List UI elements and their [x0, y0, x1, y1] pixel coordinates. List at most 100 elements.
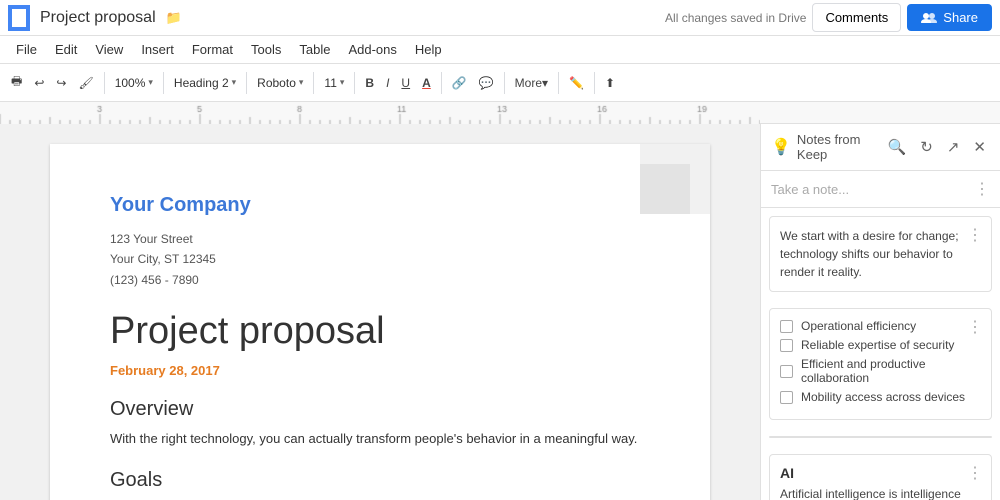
share-label: Share: [943, 10, 978, 25]
check-label: Operational efficiency: [801, 319, 916, 333]
toolbar-separator-3: [246, 72, 247, 94]
keep-ai-text: Artificial intelligence is intelligence …: [780, 485, 981, 500]
toolbar-separator-7: [504, 72, 505, 94]
collapse-sections-button[interactable]: ⬆: [600, 73, 620, 93]
menu-item-tools[interactable]: Tools: [243, 39, 289, 60]
address-block: 123 Your Street Your City, ST 12345 (123…: [110, 229, 650, 290]
keep-card1-menu-button[interactable]: ⋮: [967, 225, 983, 245]
document-page: Your Company 123 Your Street Your City, …: [50, 144, 710, 500]
toolbar-separator-9: [594, 72, 595, 94]
keep-checklist-card: Operational efficiency Reliable expertise…: [769, 308, 992, 420]
share-button[interactable]: Share: [907, 4, 992, 31]
keep-ai-card: AI Artificial intelligence is intelligen…: [769, 454, 992, 500]
keep-open-button[interactable]: ↗: [943, 136, 964, 158]
doc-icon: [8, 5, 30, 31]
toolbar: 🖶 ↩ ↪ 🖌 100% ▾ Heading 2 ▾ Roboto ▾ 11 ▾…: [0, 64, 1000, 102]
check-box[interactable]: [780, 365, 793, 378]
font-size-dropdown[interactable]: 11 ▾: [319, 73, 349, 93]
keep-checklist-menu-button[interactable]: ⋮: [967, 317, 983, 337]
zoom-dropdown[interactable]: 100% ▾: [110, 73, 158, 93]
check-item: Efficient and productive collaboration: [780, 357, 981, 385]
comments-button[interactable]: Comments: [812, 3, 901, 32]
font-size-value: 11: [324, 76, 336, 90]
document-date: February 28, 2017: [110, 363, 650, 378]
paint-format-button[interactable]: 🖌: [73, 73, 98, 93]
top-bar: Project proposal 📁 All changes saved in …: [0, 0, 1000, 36]
keep-ai-menu-button[interactable]: ⋮: [967, 463, 983, 483]
font-arrow: ▾: [299, 77, 304, 88]
ruler-canvas: [0, 102, 760, 124]
style-arrow: ▾: [232, 77, 237, 88]
keep-image-placeholder: [770, 437, 991, 438]
address-line3: (123) 456 - 7890: [110, 270, 650, 290]
keep-close-button[interactable]: ✕: [969, 136, 990, 158]
text-color-button[interactable]: A: [417, 73, 436, 93]
auto-save-status: All changes saved in Drive: [665, 11, 806, 25]
toolbar-separator-5: [354, 72, 355, 94]
menu-item-insert[interactable]: Insert: [133, 39, 182, 60]
comment-button[interactable]: 💬: [474, 73, 499, 93]
undo-button[interactable]: ↩: [29, 73, 49, 93]
address-line2: Your City, ST 12345: [110, 249, 650, 269]
menu-item-add-ons[interactable]: Add-ons: [340, 39, 404, 60]
font-dropdown[interactable]: Roboto ▾: [252, 73, 308, 93]
more-button[interactable]: More ▾: [510, 73, 553, 93]
paragraph-style-dropdown[interactable]: Heading 2 ▾: [169, 73, 241, 93]
check-item: Operational efficiency: [780, 319, 981, 333]
toolbar-separator-1: [104, 72, 105, 94]
document-area[interactable]: Your Company 123 Your Street Your City, …: [0, 124, 760, 500]
overview-heading: Overview: [110, 398, 650, 421]
menu-item-file[interactable]: File: [8, 39, 45, 60]
link-button[interactable]: 🔗: [447, 73, 472, 93]
toolbar-separator-6: [441, 72, 442, 94]
keep-card1-text: We start with a desire for change; techn…: [780, 227, 981, 281]
keep-refresh-button[interactable]: ↻: [916, 136, 937, 158]
check-box[interactable]: [780, 339, 793, 352]
more-label: More: [515, 76, 542, 90]
menu-item-table[interactable]: Table: [291, 39, 338, 60]
company-name: Your Company: [110, 194, 650, 217]
keep-note-menu-button[interactable]: ⋮: [974, 179, 990, 199]
check-box[interactable]: [780, 320, 793, 333]
check-label: Reliable expertise of security: [801, 338, 954, 352]
toolbar-separator-2: [163, 72, 164, 94]
menu-item-edit[interactable]: Edit: [47, 39, 85, 60]
check-label: Mobility access across devices: [801, 390, 965, 404]
bold-button[interactable]: B: [360, 73, 379, 93]
menu-bar: FileEditViewInsertFormatToolsTableAdd-on…: [0, 36, 1000, 64]
menu-item-view[interactable]: View: [87, 39, 131, 60]
goals-heading: Goals: [110, 469, 650, 492]
zoom-value: 100%: [115, 76, 146, 90]
main-area: Your Company 123 Your Street Your City, …: [0, 124, 1000, 500]
print-button[interactable]: 🖶: [6, 69, 27, 96]
keep-title: Notes from Keep: [797, 132, 878, 162]
keep-bulb-icon: 💡: [771, 137, 791, 157]
edit-pencil-button[interactable]: ✏️: [564, 73, 589, 93]
check-item: Mobility access across devices: [780, 390, 981, 404]
address-line1: 123 Your Street: [110, 229, 650, 249]
zoom-arrow: ▾: [148, 77, 153, 88]
check-box[interactable]: [780, 391, 793, 404]
menu-item-format[interactable]: Format: [184, 39, 241, 60]
document-title: Project proposal: [110, 310, 650, 353]
overview-text: With the right technology, you can actua…: [110, 429, 650, 449]
keep-image-card: ⋮: [769, 436, 992, 438]
doc-title: Project proposal: [40, 9, 156, 27]
toolbar-separator-8: [558, 72, 559, 94]
keep-image-svg: [781, 437, 981, 438]
keep-panel: 💡 Notes from Keep 🔍 ↻ ↗ ✕ Take a note...…: [760, 124, 1000, 500]
redo-button[interactable]: ↪: [51, 73, 71, 93]
check-label: Efficient and productive collaboration: [801, 357, 981, 385]
underline-button[interactable]: U: [396, 73, 415, 93]
deco-square-small: [640, 164, 690, 214]
ruler: [0, 102, 1000, 124]
italic-button[interactable]: I: [381, 73, 394, 93]
keep-note-placeholder: Take a note...: [771, 182, 849, 197]
keep-note-input[interactable]: Take a note... ⋮: [761, 171, 1000, 208]
font-value: Roboto: [257, 76, 296, 90]
keep-header: 💡 Notes from Keep 🔍 ↻ ↗ ✕: [761, 124, 1000, 171]
menu-item-help[interactable]: Help: [407, 39, 450, 60]
folder-icon: 📁: [166, 10, 182, 26]
keep-ai-title: AI: [780, 465, 981, 481]
keep-search-button[interactable]: 🔍: [884, 136, 911, 158]
